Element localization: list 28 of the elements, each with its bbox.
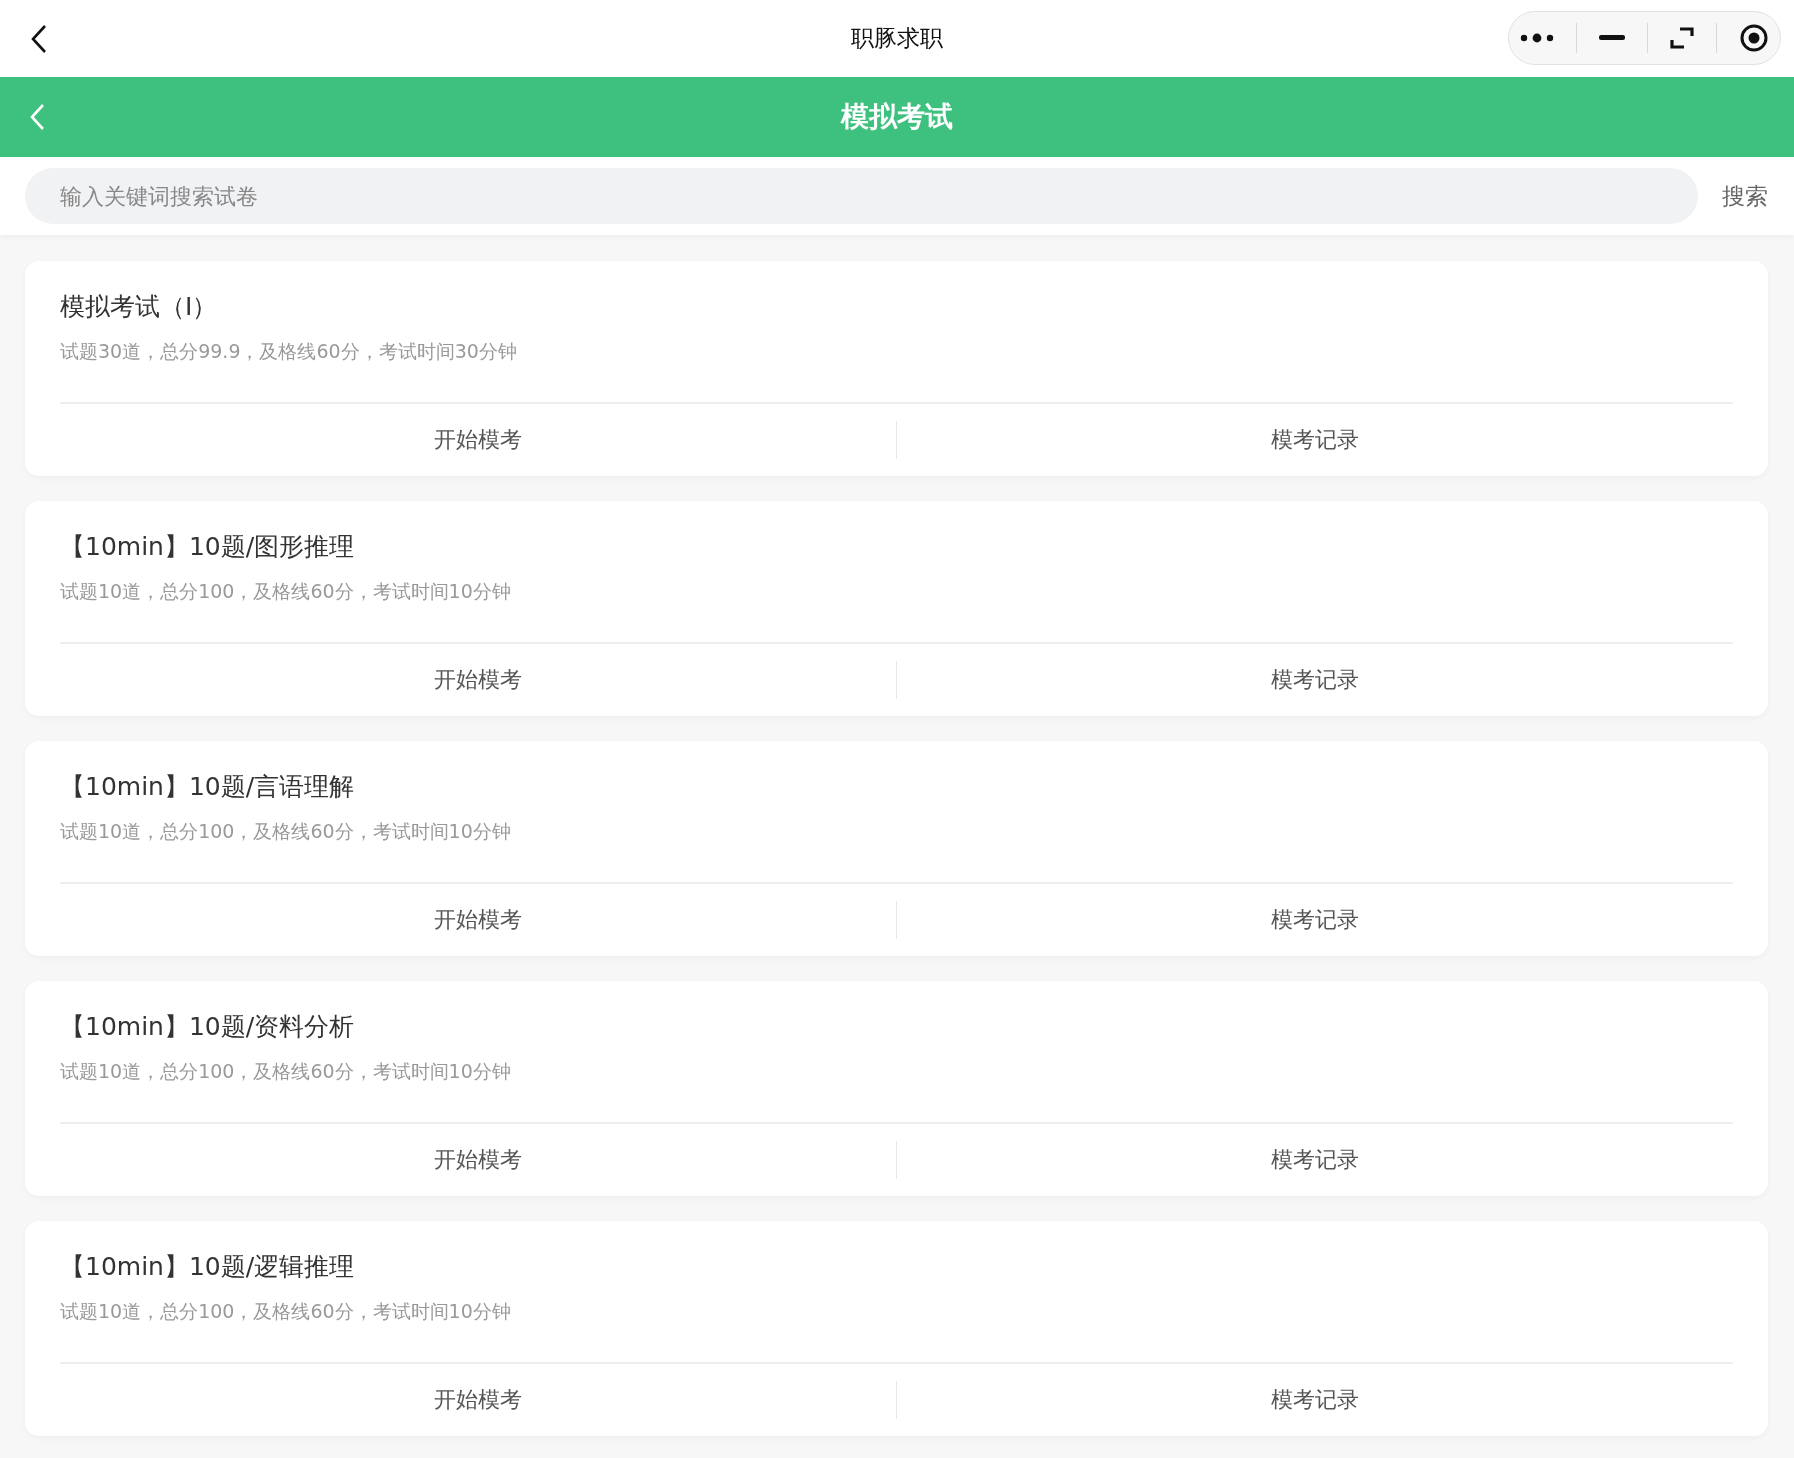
exam-action-button[interactable]: 开始模考: [60, 656, 896, 704]
exam-info: 试题10道，总分100，及格线60分，考试时间10分钟: [60, 1299, 511, 1324]
minimize-icon[interactable]: [1599, 35, 1625, 41]
exam-action-button[interactable]: 模考记录: [897, 416, 1733, 464]
exam-title: 【10min】10题/图形推理: [60, 531, 355, 563]
exam-info: 试题30道，总分99.9，及格线60分，考试时间30分钟: [60, 339, 517, 364]
exam-action-button[interactable]: 开始模考: [60, 416, 896, 464]
exam-title: 【10min】10题/言语理解: [60, 771, 355, 803]
exam-title: 模拟考试（I）: [60, 291, 218, 323]
more-icon[interactable]: [1520, 33, 1554, 43]
exam-action-button[interactable]: 开始模考: [60, 1376, 896, 1424]
app-title: 职豚求职: [851, 24, 943, 53]
exam-action-button[interactable]: 开始模考: [60, 896, 896, 944]
exam-action-button[interactable]: 模考记录: [897, 1136, 1733, 1184]
exam-action-button[interactable]: 开始模考: [60, 1136, 896, 1184]
exam-info: 试题10道，总分100，及格线60分，考试时间10分钟: [60, 819, 511, 844]
page-title: 模拟考试: [841, 99, 953, 135]
exam-title: 【10min】10题/逻辑推理: [60, 1251, 355, 1283]
search-field[interactable]: 输入关键词搜索试卷: [25, 168, 1698, 224]
exam-action-button[interactable]: 模考记录: [897, 656, 1733, 704]
exam-action-button[interactable]: 模考记录: [897, 896, 1733, 944]
exam-info: 试题10道，总分100，及格线60分，考试时间10分钟: [60, 579, 511, 604]
close-icon[interactable]: [1739, 23, 1769, 53]
search-button[interactable]: 搜索: [1722, 180, 1768, 212]
exam-action-button[interactable]: 模考记录: [897, 1376, 1733, 1424]
exam-info: 试题10道，总分100，及格线60分，考试时间10分钟: [60, 1059, 511, 1084]
exam-title: 【10min】10题/资料分析: [60, 1011, 355, 1043]
resize-icon[interactable]: [1670, 26, 1694, 50]
